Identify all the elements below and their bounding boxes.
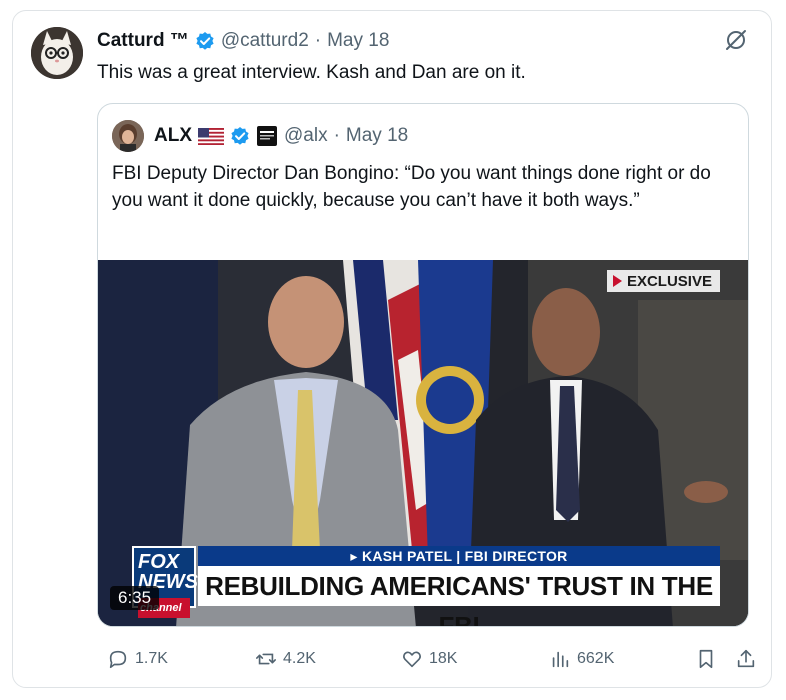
author-avatar[interactable] (31, 27, 83, 79)
separator-dot: · (314, 30, 322, 51)
views-count: 662K (577, 650, 615, 667)
verified-badge-icon[interactable] (195, 31, 215, 51)
like-button[interactable]: 18K (401, 647, 457, 671)
quoted-separator-dot: · (333, 125, 340, 146)
quoted-post-text: FBI Deputy Director Dan Bongino: “Do you… (112, 163, 711, 211)
video-player[interactable]: EXCLUSIVE FOX NEWS channel ▸ KASH PATEL … (98, 260, 748, 626)
us-flag-icon (198, 127, 224, 145)
bookmark-button[interactable] (695, 647, 717, 671)
quoted-author-handle[interactable]: @alx (284, 125, 328, 147)
news-affiliate-icon[interactable] (256, 125, 278, 147)
post-header: Catturd ™ @catturd2 · May 18 (97, 29, 389, 53)
exclusive-badge: EXCLUSIVE (606, 270, 720, 292)
grok-icon[interactable] (723, 27, 749, 53)
quoted-post[interactable]: ALX @alx · May 18 FBI Deputy Director Da… (97, 103, 749, 627)
exclusive-label: EXCLUSIVE (626, 272, 712, 290)
reply-button[interactable]: 1.7K (107, 647, 168, 671)
post-date[interactable]: May 18 (327, 30, 389, 52)
author-handle[interactable]: @catturd2 (221, 30, 309, 52)
reply-count: 1.7K (135, 650, 168, 667)
views-button[interactable]: 662K (549, 647, 614, 671)
views-chart-icon (552, 651, 569, 668)
video-duration: 6:35 (110, 586, 160, 610)
quoted-author-avatar[interactable] (112, 120, 144, 152)
quoted-post-header: ALX @alx · May 18 (112, 118, 408, 154)
repost-button[interactable]: 4.2K (255, 647, 316, 671)
share-icon (737, 649, 755, 668)
heart-icon (403, 651, 421, 668)
post-text: This was a great interview. Kash and Dan… (97, 62, 526, 83)
repost-icon (256, 653, 276, 665)
tweet-card[interactable]: Catturd ™ @catturd2 · May 18 This was a … (12, 10, 772, 688)
quoted-verified-badge-icon[interactable] (230, 126, 250, 146)
quoted-author-name[interactable]: ALX (154, 125, 192, 147)
news-headline: REBUILDING AMERICANS' TRUST IN THE FBI (198, 566, 720, 626)
news-lower-third: FOX NEWS channel ▸ KASH PATEL | FBI DIRE… (132, 546, 728, 626)
bookmark-icon (699, 649, 713, 669)
name-strip: ▸ KASH PATEL | FBI DIRECTOR (198, 546, 720, 566)
repost-count: 4.2K (283, 650, 316, 667)
like-count: 18K (429, 650, 458, 667)
reply-icon (109, 650, 127, 669)
share-button[interactable] (735, 647, 757, 671)
action-bar: 1.7K 4.2K 18K 662K (97, 647, 761, 671)
quoted-post-date[interactable]: May 18 (346, 125, 408, 147)
author-name[interactable]: Catturd ™ (97, 30, 189, 52)
play-triangle-icon (612, 275, 622, 287)
